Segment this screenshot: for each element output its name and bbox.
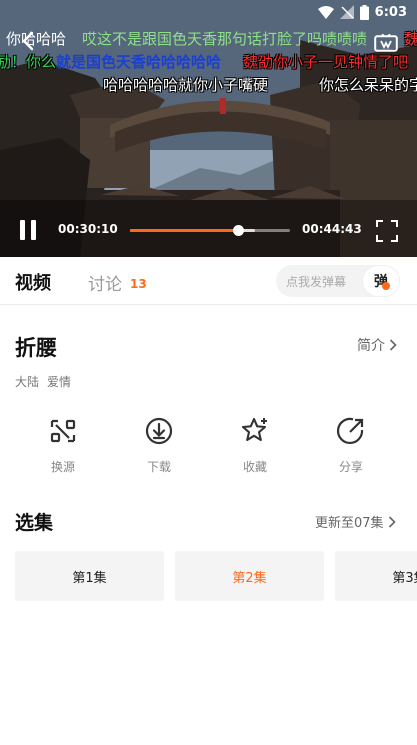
wifi-icon <box>317 5 334 19</box>
intro-label: 简介 <box>357 338 385 354</box>
episode-label: 第3集 <box>392 570 417 586</box>
episode-list: 第1集 第2集 第3集 <box>0 551 417 601</box>
episode-item[interactable]: 第3集 <box>335 551 417 601</box>
danmu-input[interactable]: 点我发弹幕 弹 <box>276 265 400 297</box>
danmu-comment: 哎这不是跟国色天香那句话打脸了吗啧啧啧 <box>82 30 368 48</box>
action-label: 分享 <box>338 460 363 474</box>
signal-icon <box>339 5 354 19</box>
discuss-count-badge: 13 <box>130 277 147 291</box>
episodes-more-link[interactable]: 更新至07集 <box>315 512 396 531</box>
tab-discuss[interactable]: 讨论 <box>88 270 122 295</box>
switch-source-icon <box>50 419 76 443</box>
episodes-update-text: 更新至07集 <box>315 516 384 531</box>
danmu-comment: 魏劭你小子一见钟情了吧 <box>243 53 409 71</box>
episodes-title: 选集 <box>15 512 54 534</box>
tab-video[interactable]: 视频 <box>15 269 51 295</box>
player-controls: 00:30:10 00:44:43 <box>0 212 417 248</box>
danmu-comment: 哈哈哈哈哈就你小子嘴硬 <box>103 76 269 94</box>
switch-source-button[interactable]: 换源 <box>28 416 98 480</box>
danmu-on-indicator <box>382 282 390 290</box>
episode-item-active[interactable]: 第2集 <box>175 551 324 601</box>
fullscreen-icon[interactable] <box>376 220 398 242</box>
back-icon[interactable] <box>18 30 40 52</box>
content-tabs: 视频 讨论 13 点我发弹幕 弹 <box>0 257 417 305</box>
tag: 爱情 <box>47 375 72 389</box>
progress-fill <box>130 229 238 232</box>
total-time: 00:44:43 <box>302 222 362 236</box>
pause-icon <box>20 220 25 240</box>
action-label: 下载 <box>146 460 171 474</box>
video-player[interactable]: 6:03 你哈哈哈 哎这不是跟国色天香那句话打脸了吗啧啧啧 魏 励！你么 就是国… <box>0 0 417 257</box>
share-icon <box>336 417 364 445</box>
tag: 大陆 <box>15 375 40 389</box>
status-bar: 6:03 <box>0 0 417 24</box>
battery-icon <box>359 4 369 20</box>
progress-thumb[interactable] <box>232 225 244 236</box>
status-time: 6:03 <box>374 4 407 20</box>
action-label: 换源 <box>50 460 75 474</box>
share-button[interactable]: 分享 <box>316 416 386 480</box>
pause-button[interactable] <box>18 220 38 240</box>
pause-icon <box>31 220 36 240</box>
favorite-button[interactable]: 收藏 <box>220 416 290 480</box>
current-time: 00:30:10 <box>58 222 118 236</box>
danmu-comment: 励！你么 <box>0 53 57 71</box>
intro-link[interactable]: 简介 <box>357 335 397 355</box>
episode-item[interactable]: 第1集 <box>15 551 164 601</box>
episode-label: 第2集 <box>232 570 267 586</box>
star-icon <box>241 417 267 442</box>
danmu-comment: 就是国色天香哈哈哈哈哈 <box>56 53 222 71</box>
episode-label: 第1集 <box>72 570 107 586</box>
action-bar: 换源 下载 收藏 分享 <box>0 416 417 480</box>
action-label: 收藏 <box>242 460 267 474</box>
danmu-comment: 魏 <box>404 30 417 48</box>
download-button[interactable]: 下载 <box>124 416 194 480</box>
danmu-comment: 你怎么呆呆的字 <box>319 76 417 94</box>
progress-bar[interactable] <box>130 225 290 236</box>
chevron-right-icon <box>389 339 397 351</box>
download-icon <box>145 417 173 445</box>
show-title: 折腰 <box>15 336 57 360</box>
show-tags: 大陆 爱情 <box>15 373 71 390</box>
danmu-input-placeholder: 点我发弹幕 <box>286 274 347 289</box>
chevron-right-icon <box>388 515 396 528</box>
tv-cast-icon[interactable] <box>374 34 398 54</box>
danmu-toggle-button[interactable]: 弹 <box>362 265 400 297</box>
